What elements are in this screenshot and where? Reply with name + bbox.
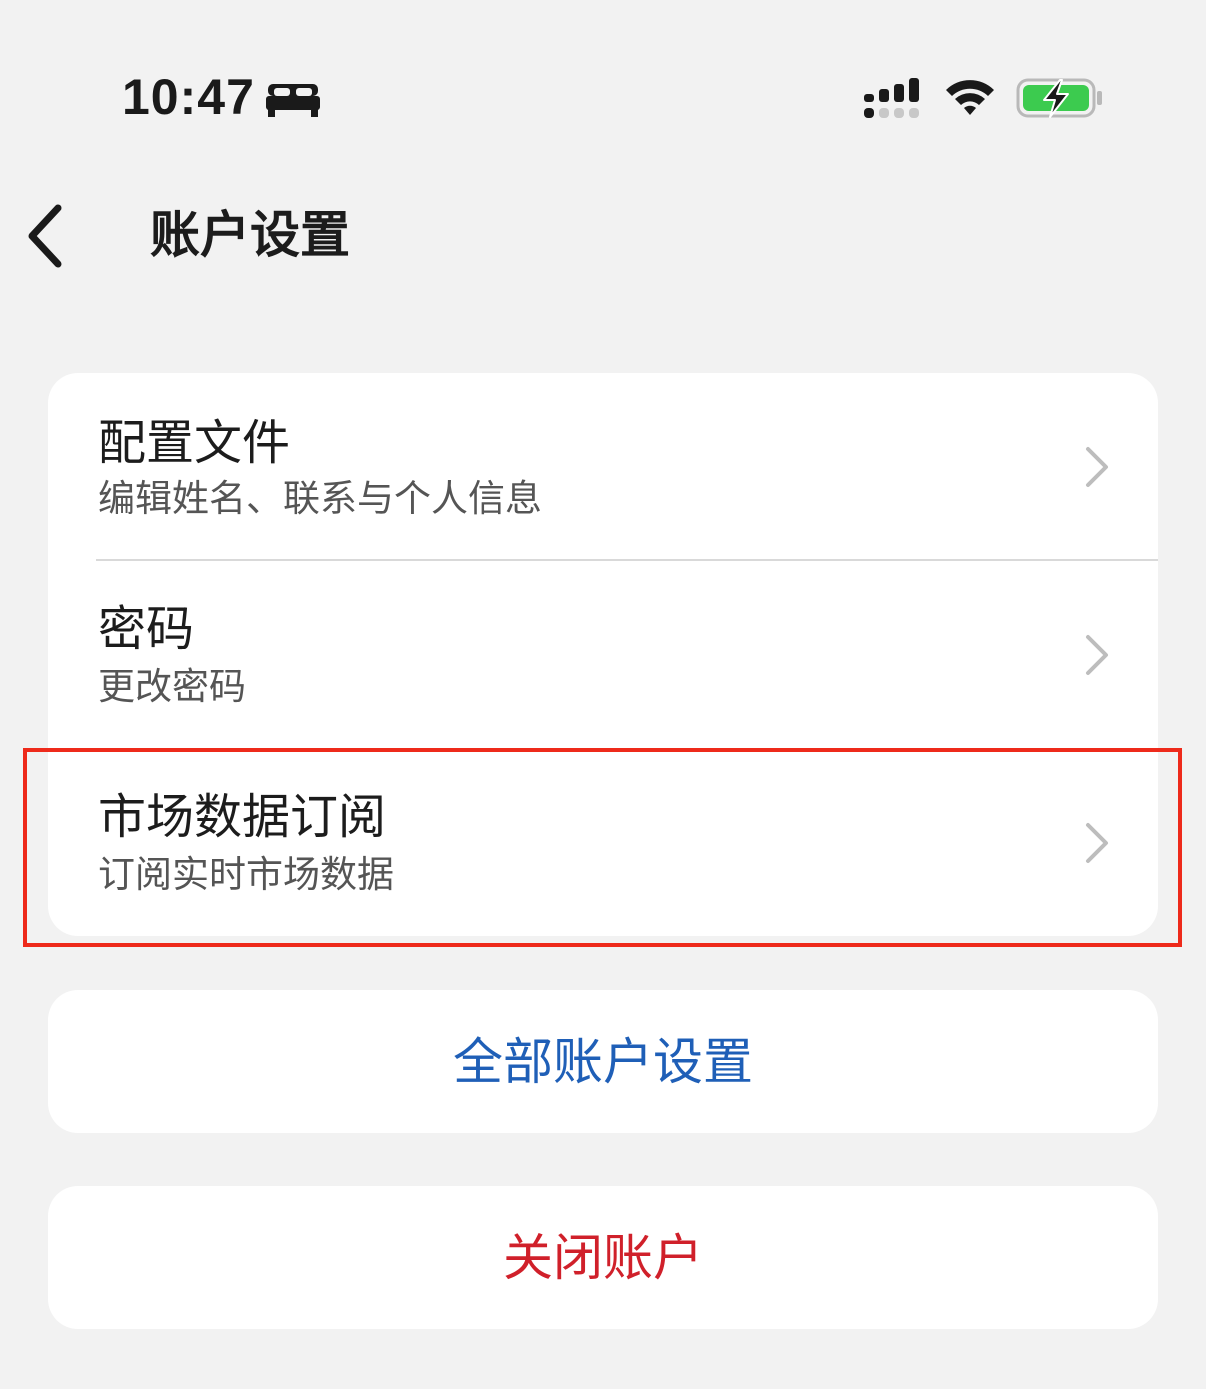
chevron-right-icon [1086,447,1108,487]
nav-bar: 账户设置 [0,180,1206,290]
settings-item-subtitle: 编辑姓名、联系与个人信息 [98,477,542,520]
all-account-settings-button[interactable]: 全部账户设置 [48,990,1158,1133]
back-button[interactable] [16,198,80,274]
all-account-settings-label: 全部账户设置 [453,1032,753,1091]
settings-card: 配置文件 编辑姓名、联系与个人信息 密码 更改密码 市场数据订阅 订阅实时市场数… [48,373,1158,936]
settings-item-subtitle: 订阅实时市场数据 [98,853,394,896]
settings-item-title: 配置文件 [98,415,291,471]
settings-item-profile[interactable]: 配置文件 编辑姓名、联系与个人信息 [48,373,1158,560]
page-title: 账户设置 [150,206,350,264]
signal-icon [864,78,919,118]
close-account-button[interactable]: 关闭账户 [48,1186,1158,1329]
status-bar: 10:47 [0,0,1206,150]
close-account-label: 关闭账户 [503,1228,703,1287]
wifi-icon [946,80,994,115]
settings-item-password[interactable]: 密码 更改密码 [48,561,1158,748]
battery-charging-icon [1016,78,1102,118]
chevron-right-icon [1086,635,1108,675]
settings-item-market-data[interactable]: 市场数据订阅 订阅实时市场数据 [48,749,1158,936]
settings-item-title: 密码 [98,601,195,657]
status-time: 10:47 [122,69,255,125]
bed-icon [266,84,320,117]
settings-item-subtitle: 更改密码 [98,665,246,708]
settings-item-title: 市场数据订阅 [98,789,387,845]
chevron-right-icon [1086,823,1108,863]
chevron-left-icon [28,204,62,268]
